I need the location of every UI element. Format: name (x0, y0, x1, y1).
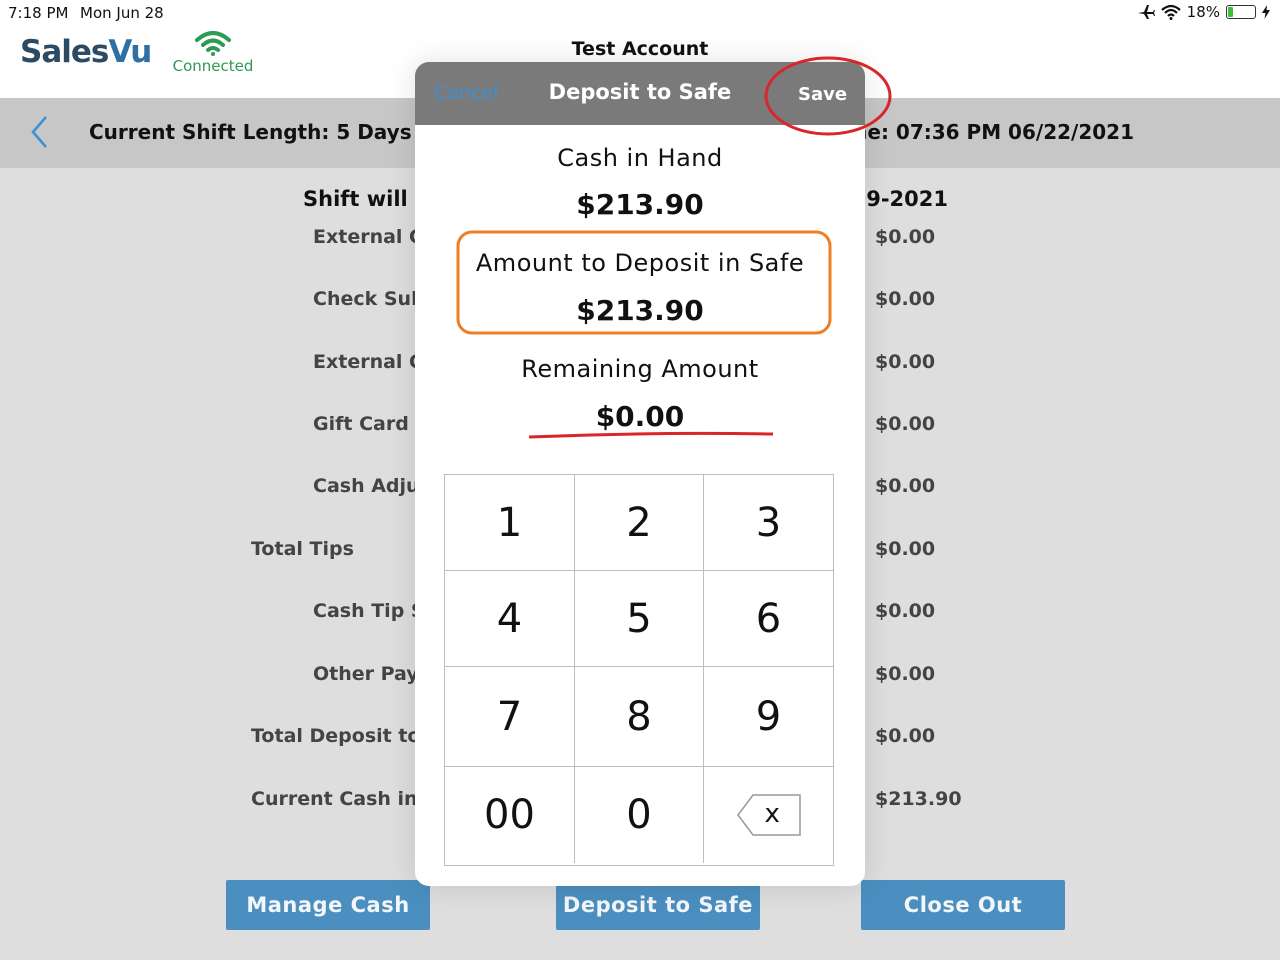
keypad-key-6[interactable]: 6 (704, 571, 833, 667)
status-right: 18% (1137, 3, 1270, 21)
keypad-key-3[interactable]: 3 (704, 475, 833, 571)
summary-row-value: $0.00 (875, 226, 936, 248)
summary-row-value: $0.00 (875, 600, 936, 622)
charging-icon (1262, 5, 1270, 19)
summary-row-label: Total Tips (251, 538, 354, 560)
deposit-amount-field[interactable]: $213.90 (415, 294, 865, 327)
close-out-button[interactable]: Close Out (861, 880, 1065, 930)
battery-icon (1226, 5, 1256, 19)
cash-in-hand-value: $213.90 (576, 188, 704, 221)
keypad-key-5[interactable]: 5 (575, 571, 704, 667)
summary-row-label: Current Cash in (251, 788, 418, 810)
summary-row-value: $0.00 (875, 663, 936, 685)
remaining-amount-label: Remaining Amount (521, 355, 759, 383)
airplane-icon (1137, 5, 1155, 19)
remaining-amount-value: $0.00 (595, 400, 685, 433)
backspace-icon: x (736, 794, 801, 836)
status-time: 7:18 PM (8, 4, 69, 22)
summary-row-label: External G (313, 351, 425, 373)
summary-row-label: Other Pay (313, 663, 419, 685)
numeric-keypad: 1 2 3 4 5 6 7 8 9 00 0 x (444, 474, 834, 866)
keypad-key-9[interactable]: 9 (704, 667, 833, 767)
account-name: Test Account (571, 38, 709, 60)
summary-row-value: $0.00 (875, 475, 936, 497)
backspace-label: x (764, 799, 780, 829)
cash-in-hand-label: Cash in Hand (557, 144, 723, 172)
summary-row-value: $0.00 (875, 351, 936, 373)
shift-length: Current Shift Length: 5 Days 23 (89, 120, 447, 144)
summary-row-label: External C (313, 226, 423, 248)
summary-row-value: $0.00 (875, 725, 936, 747)
keypad-key-0[interactable]: 0 (575, 767, 704, 863)
keypad-key-4[interactable]: 4 (445, 571, 575, 667)
keypad-key-2[interactable]: 2 (575, 475, 704, 571)
battery-percent: 18% (1186, 3, 1220, 21)
summary-row-label: Cash Tip S (313, 600, 425, 622)
deposit-to-safe-button[interactable]: Deposit to Safe (556, 880, 760, 930)
summary-row-value: $213.90 (875, 788, 962, 810)
keypad-key-00[interactable]: 00 (445, 767, 575, 863)
manage-cash-button[interactable]: Manage Cash (226, 880, 430, 930)
summary-row-value: $0.00 (875, 538, 936, 560)
shift-will-text: Shift will (303, 187, 408, 211)
keypad-backspace-key[interactable]: x (704, 767, 833, 863)
summary-row-label: Check Sul (313, 288, 418, 310)
save-button[interactable]: Save (798, 84, 847, 105)
keypad-key-8[interactable]: 8 (575, 667, 704, 767)
deposit-to-safe-modal: Cancel Deposit to Safe Save Cash in Hand… (415, 62, 865, 886)
summary-row-value: $0.00 (875, 413, 936, 435)
status-date: Mon Jun 28 (80, 4, 164, 22)
shift-start-time: me: 07:36 PM 06/22/2021 (846, 120, 1134, 144)
summary-row-label: Total Deposit to (251, 725, 421, 747)
summary-row-label: Gift Card S (313, 413, 430, 435)
deposit-amount-label: Amount to Deposit in Safe (475, 249, 805, 277)
modal-header: Cancel Deposit to Safe Save (415, 62, 865, 125)
summary-row-value: $0.00 (875, 288, 936, 310)
keypad-key-1[interactable]: 1 (445, 475, 575, 571)
wifi-icon (1160, 4, 1181, 20)
status-bar: 7:18 PM Mon Jun 28 18% (0, 0, 1280, 26)
back-arrow-icon[interactable] (28, 112, 52, 152)
keypad-key-7[interactable]: 7 (445, 667, 575, 767)
shift-end-date: 29-2021 (851, 187, 948, 211)
summary-row-label: Cash Adju (313, 475, 420, 497)
